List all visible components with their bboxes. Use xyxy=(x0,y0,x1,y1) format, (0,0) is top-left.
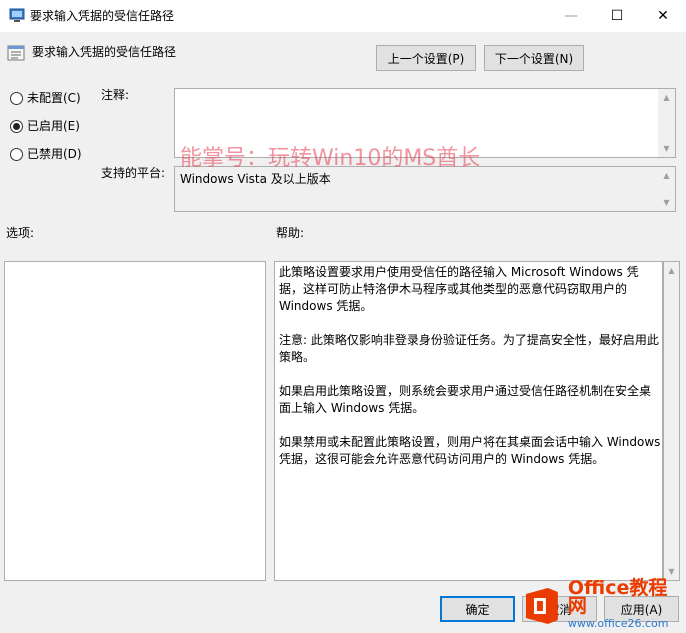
brand-text: Office教程网 www.office26.com xyxy=(567,576,686,633)
brand-watermark: Office教程网 www.office26.com xyxy=(520,578,686,633)
radio-circle[interactable] xyxy=(10,147,23,161)
help-paragraph: 如果禁用或未配置此策略设置，则用户将在其桌面会话中输入 Windows 凭据，这… xyxy=(279,435,661,466)
title-bar: 要求输入凭据的受信任路径 — ☐ ✕ xyxy=(0,0,686,32)
platform-scrollbar[interactable]: ▲ ▼ xyxy=(658,167,675,211)
scroll-up-icon[interactable]: ▲ xyxy=(658,167,675,184)
close-button[interactable]: ✕ xyxy=(640,0,686,31)
platform-value: Windows Vista 及以上版本 xyxy=(180,172,331,186)
brand-url: www.office26.com xyxy=(567,616,669,630)
scroll-up-icon[interactable]: ▲ xyxy=(664,262,679,279)
window-title: 要求输入凭据的受信任路径 xyxy=(30,9,175,23)
radio-enabled[interactable]: 已启用(E) xyxy=(10,118,80,134)
brand-name: Office教程网 xyxy=(567,576,668,617)
help-scrollbar[interactable]: ▲ ▼ xyxy=(663,261,680,581)
watermark-text: 能掌号：玩转Win10的MS酋长 xyxy=(180,146,481,171)
radio-label-not-configured: 未配置(C) xyxy=(27,91,81,105)
radio-label-enabled: 已启用(E) xyxy=(27,119,80,133)
help-paragraph: 此策略设置要求用户使用受信任的路径输入 Microsoft Windows 凭据… xyxy=(279,265,639,313)
ok-button[interactable]: 确定 xyxy=(440,596,515,622)
help-text: 此策略设置要求用户使用受信任的路径输入 Microsoft Windows 凭据… xyxy=(279,264,661,485)
minimize-button[interactable]: — xyxy=(548,0,594,31)
radio-not-configured[interactable]: 未配置(C) xyxy=(10,90,81,106)
policy-setting-icon xyxy=(7,45,25,61)
platform-box: Windows Vista 及以上版本 ▲ ▼ xyxy=(174,166,676,212)
help-paragraph: 注意: 此策略仅影响非登录身份验证任务。为了提高安全性，最好启用此策略。 xyxy=(279,333,659,364)
policy-window-icon xyxy=(9,8,25,22)
comment-label: 注释: xyxy=(101,88,130,102)
scroll-up-icon[interactable]: ▲ xyxy=(658,89,675,106)
options-label: 选项: xyxy=(6,226,35,240)
maximize-button[interactable]: ☐ xyxy=(594,0,640,31)
policy-title: 要求输入凭据的受信任路径 xyxy=(32,45,177,59)
help-label: 帮助: xyxy=(276,226,305,240)
scroll-down-icon[interactable]: ▼ xyxy=(658,140,675,157)
radio-label-disabled: 已禁用(D) xyxy=(27,147,82,161)
radio-disabled[interactable]: 已禁用(D) xyxy=(10,146,82,162)
previous-setting-button[interactable]: 上一个设置(P) xyxy=(376,45,476,71)
platform-label: 支持的平台: xyxy=(101,166,166,180)
radio-circle[interactable] xyxy=(10,91,23,105)
help-pane: 此策略设置要求用户使用受信任的路径输入 Microsoft Windows 凭据… xyxy=(274,261,663,581)
next-setting-button[interactable]: 下一个设置(N) xyxy=(484,45,584,71)
help-paragraph: 如果启用此策略设置，则系统会要求用户通过受信任路径机制在安全桌面上输入 Wind… xyxy=(279,384,652,415)
office-logo-icon xyxy=(525,587,558,624)
scroll-down-icon[interactable]: ▼ xyxy=(658,194,675,211)
comment-scrollbar[interactable]: ▲ ▼ xyxy=(658,89,675,157)
radio-circle-checked[interactable] xyxy=(10,119,23,133)
options-pane xyxy=(4,261,266,581)
